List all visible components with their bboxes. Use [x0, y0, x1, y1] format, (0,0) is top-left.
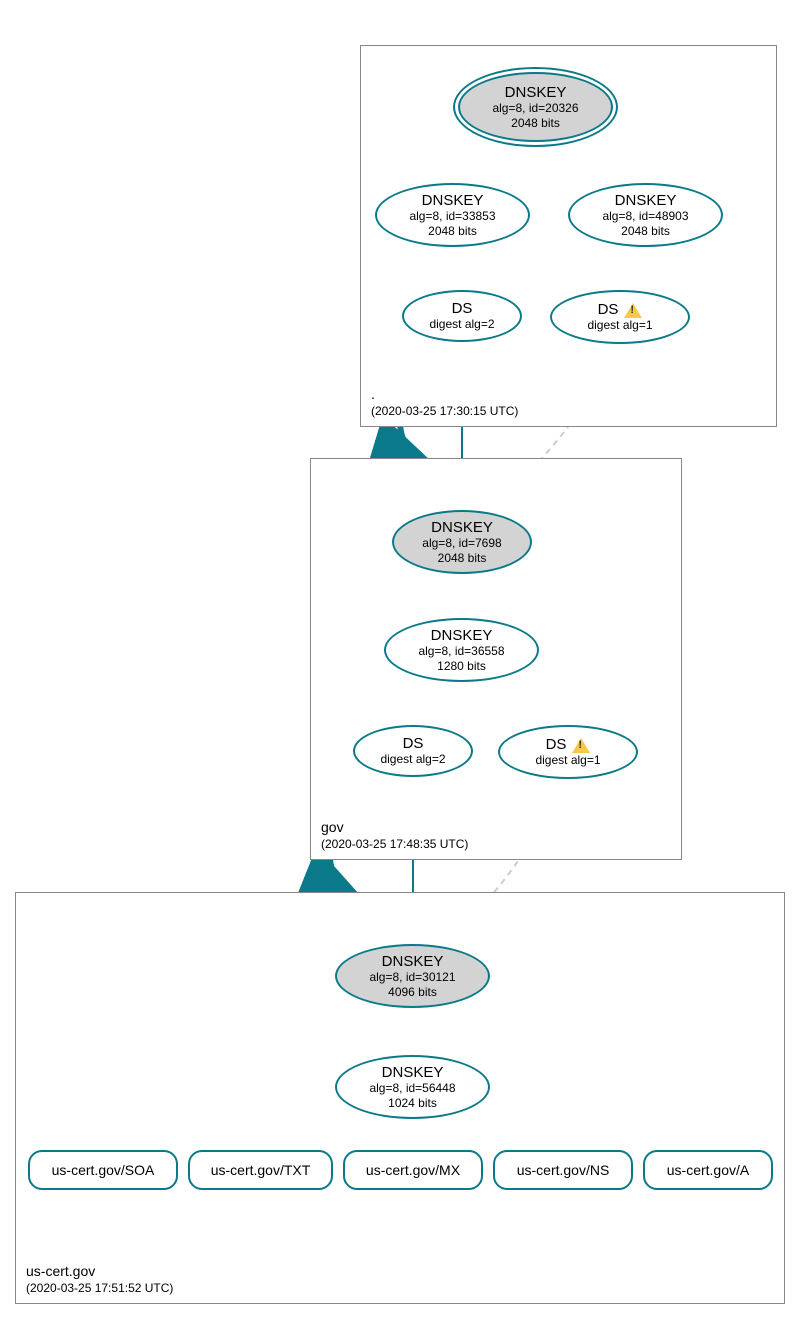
node-title: DNSKEY	[431, 519, 493, 536]
root-ds2-node: DS digest alg=1	[550, 290, 690, 344]
zone-gov-label: gov (2020-03-25 17:48:35 UTC)	[321, 819, 468, 851]
rr-soa-node: us-cert.gov/SOA	[28, 1150, 178, 1190]
node-title: DNSKEY	[422, 192, 484, 209]
node-sub: 4096 bits	[388, 985, 437, 999]
node-title: DNSKEY	[382, 953, 444, 970]
gov-ds2-node: DS digest alg=1	[498, 725, 638, 779]
rr-mx-node: us-cert.gov/MX	[343, 1150, 483, 1190]
node-sub: alg=8, id=20326	[492, 101, 578, 115]
rr-ns-node: us-cert.gov/NS	[493, 1150, 633, 1190]
node-title: DS	[452, 300, 473, 317]
node-sub: digest alg=2	[380, 752, 445, 766]
node-title: us-cert.gov/SOA	[52, 1162, 155, 1178]
rr-a-node: us-cert.gov/A	[643, 1150, 773, 1190]
node-sub: 1280 bits	[437, 659, 486, 673]
zone-root-label: . (2020-03-25 17:30:15 UTC)	[371, 386, 518, 418]
node-sub: alg=8, id=36558	[418, 644, 504, 658]
zone-root-timestamp: (2020-03-25 17:30:15 UTC)	[371, 404, 518, 418]
zone-gov-timestamp: (2020-03-25 17:48:35 UTC)	[321, 837, 468, 851]
node-title: us-cert.gov/NS	[517, 1162, 610, 1178]
us-zsk-node: DNSKEY alg=8, id=56448 1024 bits	[335, 1055, 490, 1119]
node-sub: 2048 bits	[438, 551, 487, 565]
node-sub: 2048 bits	[511, 116, 560, 130]
zone-root-name: .	[371, 386, 375, 402]
node-sub: digest alg=1	[535, 753, 600, 767]
node-title: us-cert.gov/TXT	[211, 1162, 311, 1178]
root-ds1-node: DS digest alg=2	[402, 290, 522, 342]
node-sub: digest alg=1	[587, 318, 652, 332]
zone-gov-name: gov	[321, 819, 344, 835]
gov-zsk-node: DNSKEY alg=8, id=36558 1280 bits	[384, 618, 539, 682]
node-sub: alg=8, id=56448	[369, 1081, 455, 1095]
gov-ksk-node: DNSKEY alg=8, id=7698 2048 bits	[392, 510, 532, 574]
node-sub: 2048 bits	[428, 224, 477, 238]
node-sub: alg=8, id=48903	[602, 209, 688, 223]
zone-uscert-label: us-cert.gov (2020-03-25 17:51:52 UTC)	[26, 1263, 173, 1295]
rr-txt-node: us-cert.gov/TXT	[188, 1150, 333, 1190]
root-zsk2-node: DNSKEY alg=8, id=48903 2048 bits	[568, 183, 723, 247]
node-sub: alg=8, id=7698	[422, 536, 501, 550]
node-title: DNSKEY	[382, 1064, 444, 1081]
node-sub: 2048 bits	[621, 224, 670, 238]
node-title: DS	[598, 301, 643, 318]
node-title: DNSKEY	[431, 627, 493, 644]
root-ksk-node: DNSKEY alg=8, id=20326 2048 bits	[458, 72, 613, 142]
root-zsk1-node: DNSKEY alg=8, id=33853 2048 bits	[375, 183, 530, 247]
node-sub: alg=8, id=33853	[409, 209, 495, 223]
node-title: us-cert.gov/MX	[366, 1162, 460, 1178]
gov-ds1-node: DS digest alg=2	[353, 725, 473, 777]
node-sub: digest alg=2	[429, 317, 494, 331]
node-title: DNSKEY	[615, 192, 677, 209]
us-ksk-node: DNSKEY alg=8, id=30121 4096 bits	[335, 944, 490, 1008]
warning-icon	[624, 303, 642, 318]
zone-uscert-timestamp: (2020-03-25 17:51:52 UTC)	[26, 1281, 173, 1295]
node-title: DS	[403, 735, 424, 752]
warning-icon	[572, 738, 590, 753]
node-sub: alg=8, id=30121	[369, 970, 455, 984]
node-title: DS	[546, 736, 591, 753]
node-title: DNSKEY	[505, 84, 567, 101]
node-title: us-cert.gov/A	[667, 1162, 749, 1178]
node-sub: 1024 bits	[388, 1096, 437, 1110]
zone-uscert-name: us-cert.gov	[26, 1263, 95, 1279]
